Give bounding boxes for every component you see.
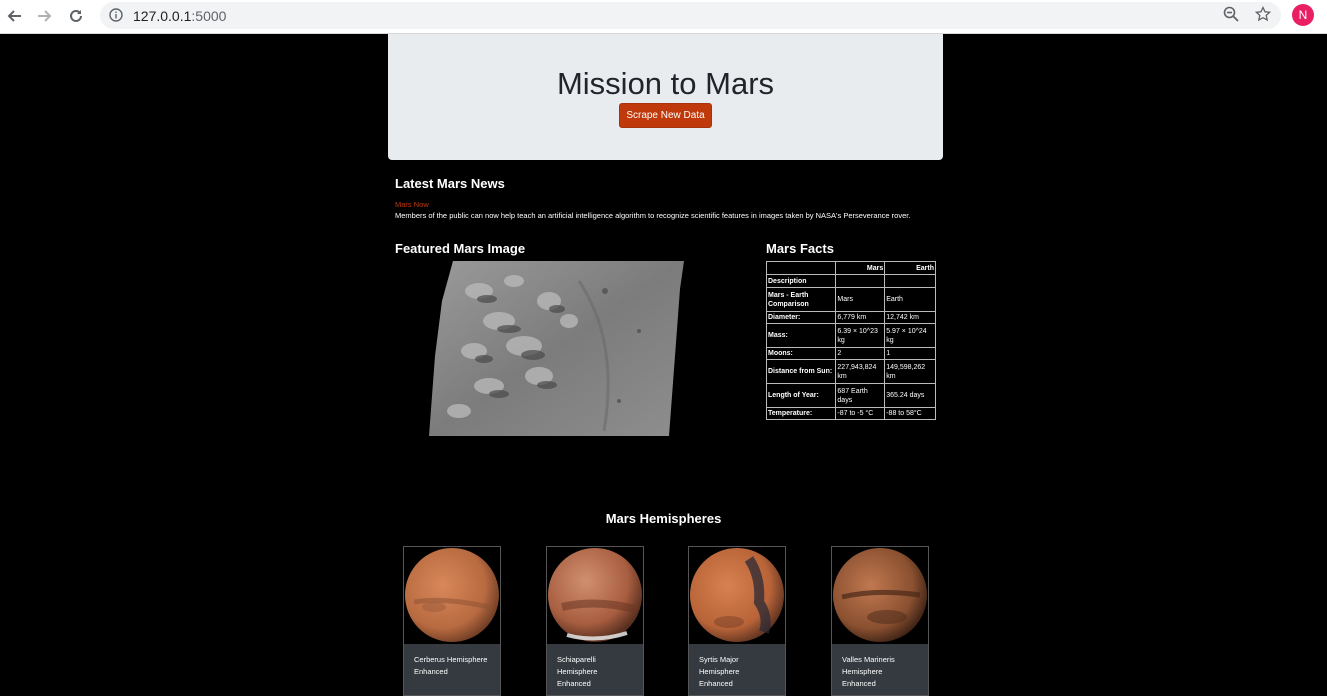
table-row: Mars - Earth Comparison Mars Earth <box>765 287 936 312</box>
table-row: Length of Year: 687 Earth days 365.24 days <box>765 383 936 408</box>
mars-value: -87 to -5 °C <box>835 407 886 420</box>
mars-value: 6.39 × 10^23 kg <box>835 323 886 348</box>
hemisphere-card[interactable]: Cerberus Hemisphere Enhanced <box>403 546 501 696</box>
table-row: Diameter: 6,779 km 12,742 km <box>765 311 936 324</box>
table-row: Temperature: -87 to -5 °C -88 to 58°C <box>765 407 936 420</box>
table-row: Mass: 6.39 × 10^23 kg 5.97 × 10^24 kg <box>765 323 936 348</box>
browser-toolbar: 127.0.0.1:5000 N <box>0 0 1327 34</box>
news-title: Mars Now <box>395 200 429 209</box>
mars-value: 227,943,824 km <box>835 359 886 384</box>
row-label: Mass: <box>765 323 837 348</box>
earth-value: -88 to 58°C <box>884 407 936 420</box>
facts-col-header: Earth <box>884 261 936 275</box>
hemisphere-image[interactable] <box>547 547 643 644</box>
earth-value: 1 <box>884 347 936 360</box>
hemisphere-title[interactable]: Syrtis Major Hemisphere Enhanced <box>689 644 785 695</box>
facts-empty-cell <box>835 274 886 288</box>
earth-value: 12,742 km <box>884 311 936 324</box>
facts-col-header: Mars <box>835 261 886 275</box>
facts-col-header <box>765 261 837 275</box>
reload-icon[interactable] <box>65 5 87 27</box>
info-icon[interactable] <box>109 8 123 27</box>
row-label: Diameter: <box>765 311 837 324</box>
page-title: Mission to Mars <box>556 66 775 101</box>
scrape-new-data-button[interactable]: Scrape New Data <box>619 103 712 128</box>
hemisphere-image[interactable] <box>689 547 785 644</box>
earth-value: 365.24 days <box>884 383 936 408</box>
mars-value: 687 Earth days <box>835 383 886 408</box>
facts-heading: Mars Facts <box>766 241 834 256</box>
zoom-out-icon[interactable] <box>1221 4 1241 24</box>
hemisphere-card[interactable]: Schiaparelli Hemisphere Enhanced <box>546 546 644 696</box>
featured-mars-image[interactable] <box>429 261 684 436</box>
row-label: Distance from Sun: <box>765 359 837 384</box>
hemisphere-image[interactable] <box>832 547 928 644</box>
hemisphere-title[interactable]: Schiaparelli Hemisphere Enhanced <box>547 644 643 695</box>
jumbotron: Mission to Mars Scrape New Data <box>388 34 943 160</box>
row-label: Temperature: <box>765 407 837 420</box>
url-port: :5000 <box>191 8 227 24</box>
table-row: Distance from Sun: 227,943,824 km 149,598,… <box>765 359 936 384</box>
hemisphere-title[interactable]: Valles Marineris Hemisphere Enhanced <box>832 644 928 695</box>
page-content: Mission to Mars Scrape New Data Latest M… <box>0 34 1327 696</box>
earth-value: Earth <box>884 287 936 312</box>
mars-value: 6,779 km <box>835 311 886 324</box>
star-icon[interactable] <box>1253 4 1273 24</box>
table-row: Moons: 2 1 <box>765 347 936 360</box>
hemisphere-image[interactable] <box>404 547 500 644</box>
news-heading: Latest Mars News <box>395 176 505 191</box>
mars-value: Mars <box>835 287 886 312</box>
hemisphere-card[interactable]: Valles Marineris Hemisphere Enhanced <box>831 546 929 696</box>
hemisphere-title[interactable]: Cerberus Hemisphere Enhanced <box>404 644 500 695</box>
facts-index-label: Description <box>765 274 837 288</box>
facts-empty-cell <box>884 274 936 288</box>
hemisphere-card[interactable]: Syrtis Major Hemisphere Enhanced <box>688 546 786 696</box>
forward-arrow-icon[interactable] <box>34 5 56 27</box>
row-label: Mars - Earth Comparison <box>765 287 837 312</box>
url-host: 127.0.0.1 <box>133 8 192 24</box>
row-label: Length of Year: <box>765 383 837 408</box>
earth-value: 5.97 × 10^24 kg <box>884 323 936 348</box>
url-text: 127.0.0.1:5000 <box>133 8 226 24</box>
mars-facts-table: Mars Earth Description Mars - Earth Comp… <box>765 261 936 420</box>
featured-image-heading: Featured Mars Image <box>395 241 526 256</box>
back-arrow-icon[interactable] <box>3 5 25 27</box>
profile-avatar[interactable]: N <box>1292 4 1314 26</box>
news-paragraph: Members of the public can now help teach… <box>395 211 911 220</box>
earth-value: 149,598,262 km <box>884 359 936 384</box>
mars-value: 2 <box>835 347 886 360</box>
hemispheres-heading: Mars Hemispheres <box>605 511 722 526</box>
address-bar[interactable]: 127.0.0.1:5000 <box>100 2 1281 29</box>
row-label: Moons: <box>765 347 837 360</box>
